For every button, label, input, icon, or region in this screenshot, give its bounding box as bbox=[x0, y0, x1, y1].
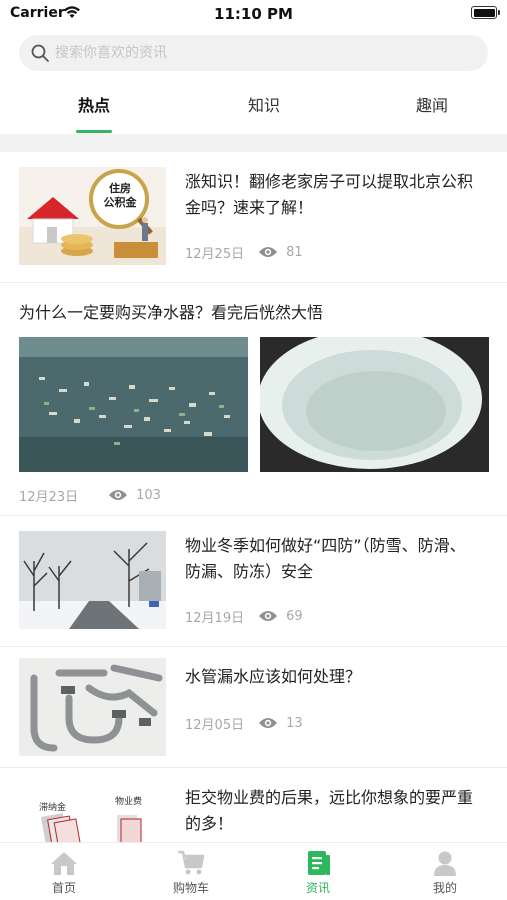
tabbar-item-profile[interactable]: 我的 bbox=[382, 843, 507, 900]
thumbnail-caption: 滞纳金 bbox=[39, 803, 67, 813]
tabbar-label: 首页 bbox=[51, 881, 76, 895]
battery-icon bbox=[471, 6, 500, 19]
article-date: 12月23日 bbox=[19, 489, 79, 505]
list-item[interactable]: 物业冬季如何做好“四防”（防雪、防滑、防漏、防冻）安全 12月19日 69 bbox=[0, 516, 507, 647]
tabbar-item-home[interactable]: 首页 bbox=[1, 843, 127, 900]
tab-hot[interactable]: 热点 bbox=[34, 80, 154, 134]
article-date: 12月05日 bbox=[185, 717, 245, 733]
tab-knowledge[interactable]: 知识 bbox=[204, 80, 324, 134]
news-icon bbox=[308, 851, 330, 875]
eye-icon bbox=[259, 247, 278, 257]
view-count: 13 bbox=[286, 715, 303, 731]
article-title[interactable]: 水管漏水应该如何处理？ bbox=[185, 664, 481, 690]
article-thumbnail bbox=[19, 658, 166, 756]
article-meta: 12月23日 103 bbox=[19, 485, 161, 505]
article-date: 12月25日 bbox=[185, 246, 245, 262]
category-tabs: 热点 知识 趣闻 bbox=[0, 80, 507, 134]
list-item[interactable]: 水管漏水应该如何处理？ 12月05日 13 bbox=[0, 647, 507, 768]
article-title[interactable]: 涨知识！翻修老家房子可以提取北京公积金吗？速来了解！ bbox=[185, 169, 481, 221]
active-tab-indicator bbox=[76, 130, 112, 133]
tabbar-label: 购物车 bbox=[172, 881, 209, 895]
search-bar[interactable] bbox=[19, 35, 488, 71]
article-meta: 12月05日 13 bbox=[185, 713, 303, 733]
article-title[interactable]: 为什么一定要购买净水器？看完后恍然大悟 bbox=[19, 300, 489, 326]
view-count: 81 bbox=[286, 244, 303, 260]
article-image bbox=[260, 337, 489, 472]
article-thumbnail: 住房 公积金 bbox=[19, 167, 166, 265]
eye-icon bbox=[259, 611, 278, 621]
section-divider bbox=[0, 134, 507, 152]
news-feed[interactable]: 住房 公积金 涨知识！翻修老家房子可以提取北京公积金吗？速来了解！ 12月25日… bbox=[0, 152, 507, 842]
cart-icon bbox=[178, 850, 205, 875]
tabbar-item-news[interactable]: 资讯 bbox=[255, 843, 381, 900]
article-thumbnail: 滞纳金 物业费 bbox=[19, 783, 166, 842]
article-thumbnail bbox=[19, 531, 166, 629]
thumbnail-caption: 住房 公积金 bbox=[103, 182, 137, 209]
list-item[interactable]: 滞纳金 物业费 拒交物业费的后果，远比你想象的要严重的多！ bbox=[0, 768, 507, 842]
eye-icon bbox=[109, 490, 128, 500]
article-title[interactable]: 物业冬季如何做好“四防”（防雪、防滑、防漏、防冻）安全 bbox=[185, 533, 481, 585]
article-image bbox=[19, 337, 248, 472]
list-item[interactable]: 为什么一定要购买净水器？看完后恍然大悟 12月23日 103 bbox=[0, 283, 507, 516]
view-count: 69 bbox=[286, 608, 303, 624]
article-meta: 12月25日 81 bbox=[185, 242, 303, 262]
bottom-tab-bar: 首页 购物车 资讯 我的 bbox=[0, 842, 507, 900]
eye-icon bbox=[259, 718, 278, 728]
thumbnail-caption: 物业费 bbox=[115, 797, 143, 807]
search-input[interactable] bbox=[55, 35, 475, 71]
list-item[interactable]: 住房 公积金 涨知识！翻修老家房子可以提取北京公积金吗？速来了解！ 12月25日… bbox=[0, 152, 507, 283]
status-time: 11:10 PM bbox=[214, 5, 293, 23]
article-date: 12月19日 bbox=[185, 610, 245, 626]
status-bar: Carrier 11:10 PM bbox=[0, 0, 507, 30]
home-icon bbox=[51, 852, 77, 875]
view-count: 103 bbox=[136, 487, 161, 503]
tabbar-label: 我的 bbox=[432, 881, 457, 895]
article-meta: 12月19日 69 bbox=[185, 606, 303, 626]
tab-fun[interactable]: 趣闻 bbox=[372, 80, 492, 134]
profile-icon bbox=[434, 851, 456, 876]
search-icon bbox=[31, 44, 49, 62]
tabbar-item-cart[interactable]: 购物车 bbox=[128, 843, 254, 900]
tabbar-label: 资讯 bbox=[305, 881, 330, 895]
article-title[interactable]: 拒交物业费的后果，远比你想象的要严重的多！ bbox=[185, 785, 481, 837]
